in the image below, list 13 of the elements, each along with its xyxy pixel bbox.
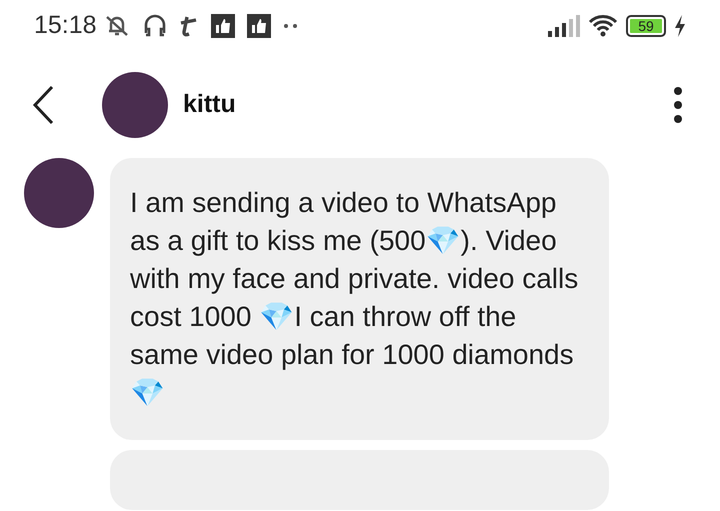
wifi-icon: [588, 14, 618, 38]
message-bubble: I am sending a video to WhatsApp as a gift to kiss me (500💎). Video with my face and private. video calls cost 1000 💎I can throw off the same video plan for 1000 diamonds 💎: [110, 158, 609, 440]
signal-icon: [548, 15, 580, 37]
charging-icon: [674, 15, 686, 37]
status-time: 15:18: [34, 10, 97, 42]
app-letter-icon: [178, 14, 199, 38]
contact-name[interactable]: kittu: [183, 86, 236, 124]
battery-level: 59: [638, 19, 654, 33]
thumbs-up-icon: [210, 14, 235, 38]
thumbs-up-icon: [246, 14, 271, 38]
menu-button[interactable]: [674, 87, 682, 123]
headphones-icon: [142, 13, 167, 39]
more-dots-icon: [282, 23, 299, 29]
